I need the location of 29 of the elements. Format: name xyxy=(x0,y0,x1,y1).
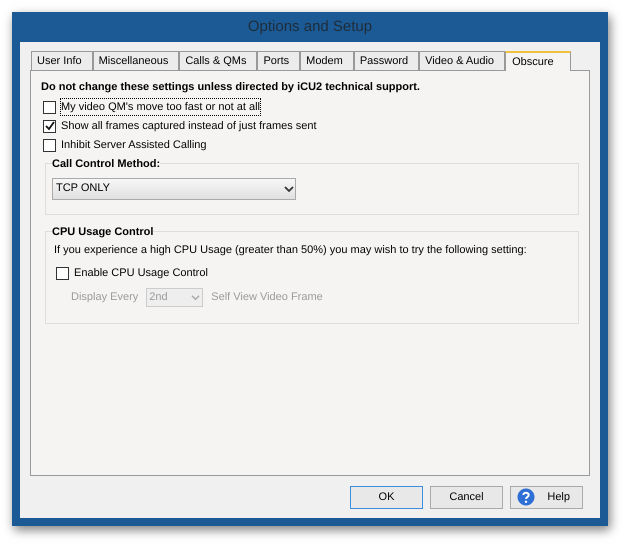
chevron-down-icon xyxy=(284,184,294,192)
tab[interactable]: Miscellaneous xyxy=(92,51,180,70)
field-label: Display Every xyxy=(71,290,138,306)
tab[interactable]: Calls & QMs xyxy=(179,51,258,70)
tab[interactable]: Video & Audio xyxy=(419,51,506,70)
warning-text: Do not change these settings unless directed by iCU2 technical support. xyxy=(41,80,421,95)
help-icon xyxy=(517,488,535,506)
tab[interactable]: Password xyxy=(354,51,420,70)
checkbox[interactable] xyxy=(43,120,56,132)
tab[interactable]: User Info xyxy=(31,51,93,70)
checkbox-label: Enable CPU Usage Control xyxy=(74,266,208,282)
field-suffix: Self View Video Frame xyxy=(211,290,323,306)
option-label: Inhibit Server Assisted Calling xyxy=(61,138,207,153)
checkbox[interactable] xyxy=(43,100,56,114)
tab[interactable]: Modem xyxy=(300,51,354,70)
method-dropdown[interactable]: TCP ONLY xyxy=(52,178,296,200)
tab[interactable]: Obscure xyxy=(505,51,571,71)
description-text: If you experience a high CPU Usage (greater than 50%) you may wish to try the following setting: xyxy=(54,242,528,258)
check-icon xyxy=(44,121,54,131)
option-label: My video QM's move too fast or not at all xyxy=(61,98,260,116)
checkbox[interactable] xyxy=(43,138,56,152)
dialog-button[interactable]: Cancel xyxy=(430,486,503,508)
chevron-down-icon xyxy=(191,294,200,301)
help-button[interactable]: Help xyxy=(510,486,583,508)
checkbox[interactable] xyxy=(56,267,69,280)
tab[interactable]: Ports xyxy=(257,51,300,70)
window-title: Options and Setup xyxy=(248,16,372,37)
option-label: Show all frames captured instead of just frames sent xyxy=(61,118,317,134)
dialog-button[interactable]: OK xyxy=(350,486,423,508)
